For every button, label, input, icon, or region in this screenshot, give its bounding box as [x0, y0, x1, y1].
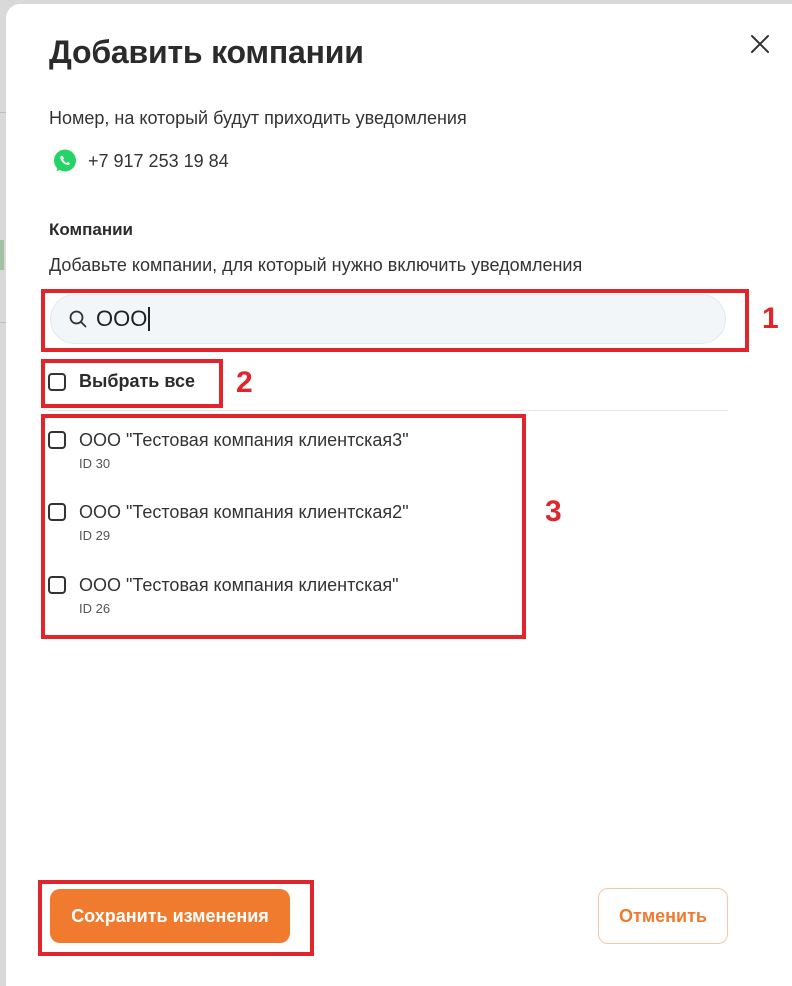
- company-checkbox[interactable]: [48, 576, 66, 594]
- annotation-number: 3: [545, 495, 562, 528]
- annotation-number: 1: [762, 302, 779, 335]
- phone-number: +7 917 253 19 84: [88, 150, 229, 171]
- company-id: ID 26: [79, 601, 111, 616]
- cancel-button[interactable]: Отменить: [598, 888, 728, 944]
- companies-label: Компании: [49, 220, 134, 239]
- company-id: ID 29: [79, 528, 111, 543]
- list-divider: [48, 410, 728, 411]
- phone-row: +7 917 253 19 84: [52, 148, 229, 174]
- text-caret: [148, 307, 150, 331]
- modal-title: Добавить компании: [49, 34, 364, 70]
- backdrop-accent: [0, 240, 4, 270]
- select-all-label: Выбрать все: [79, 371, 196, 391]
- company-id: ID 30: [79, 456, 111, 471]
- company-item[interactable]: ООО "Тестовая компания клиентская2" ID 2…: [48, 501, 409, 543]
- company-name: ООО "Тестовая компания клиентская": [79, 575, 399, 595]
- company-item[interactable]: ООО "Тестовая компания клиентская3" ID 3…: [48, 429, 409, 471]
- close-icon: [751, 35, 769, 53]
- search-icon: [69, 310, 87, 328]
- companies-description: Добавьте компании, для который нужно вкл…: [49, 255, 583, 275]
- company-item[interactable]: ООО "Тестовая компания клиентская" ID 26: [48, 574, 399, 616]
- save-changes-button[interactable]: Сохранить изменения: [50, 889, 290, 943]
- close-button[interactable]: [744, 28, 776, 60]
- select-all-option[interactable]: Выбрать все: [48, 371, 195, 392]
- search-value: ООО: [96, 306, 148, 331]
- phone-caption: Номер, на который будут приходить уведом…: [49, 108, 467, 128]
- company-checkbox[interactable]: [48, 431, 66, 449]
- annotation-number: 2: [236, 366, 253, 399]
- company-checkbox[interactable]: [48, 503, 66, 521]
- company-name: ООО "Тестовая компания клиентская2": [79, 502, 409, 522]
- company-name: ООО "Тестовая компания клиентская3": [79, 430, 409, 450]
- select-all-checkbox[interactable]: [48, 372, 66, 391]
- company-search-input[interactable]: ООО: [50, 294, 726, 344]
- whatsapp-icon: [54, 149, 76, 172]
